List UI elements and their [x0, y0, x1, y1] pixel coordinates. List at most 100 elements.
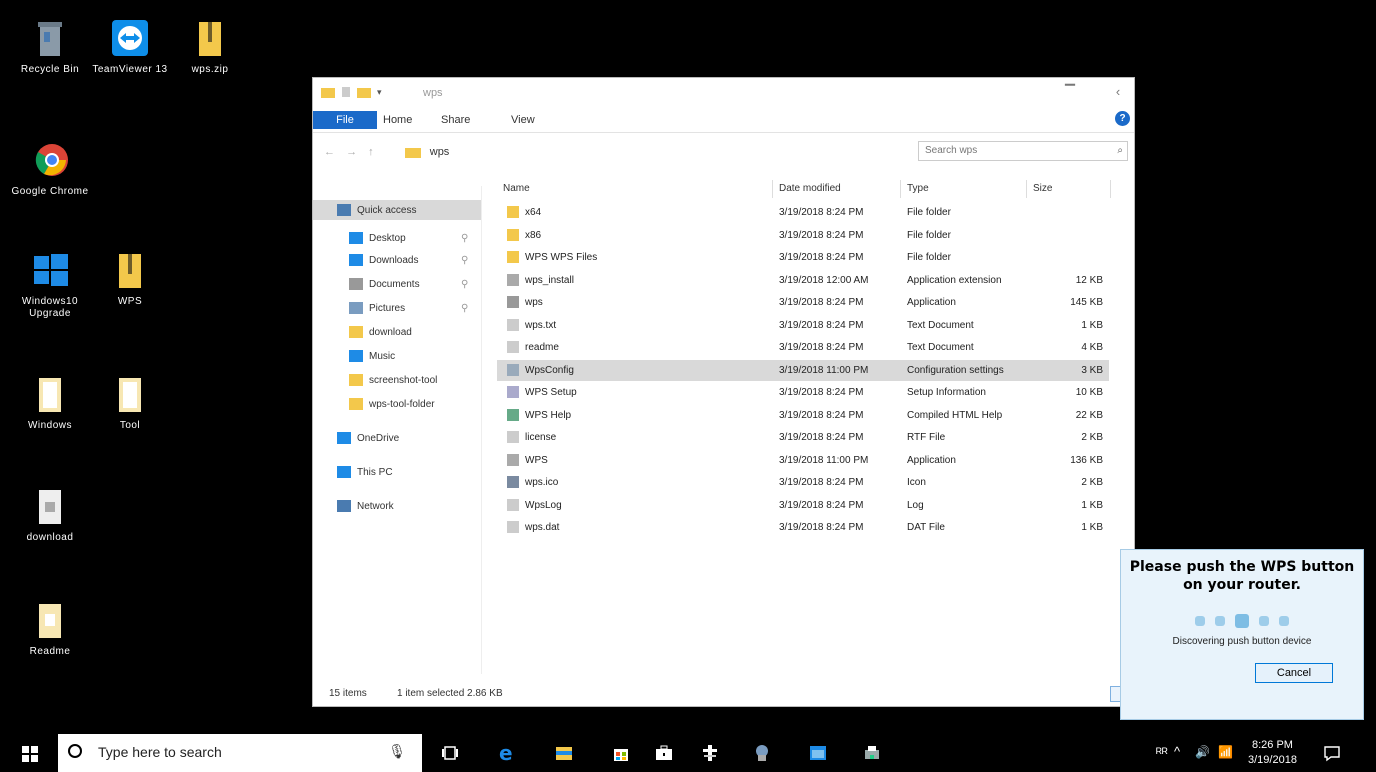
nav-item-label: download [369, 326, 412, 338]
column-header-size[interactable]: Size [1027, 180, 1111, 198]
file-doc-icon [507, 318, 519, 331]
nav-item-label: OneDrive [357, 432, 400, 444]
desktop-icon-folder-tool[interactable]: Tool [90, 372, 170, 432]
tab-share[interactable]: Share [435, 111, 476, 129]
nav-item[interactable]: screenshot-tool [313, 370, 481, 390]
nav-item-label: Documents [369, 278, 420, 290]
file-row[interactable]: WPS WPS Files 3/19/2018 8:24 PM File folde… [497, 247, 1109, 268]
desktop-icon-chrome[interactable]: Google Chrome [10, 138, 90, 198]
desktop-icon-zip-2[interactable]: WPS [90, 248, 170, 308]
file-row[interactable]: x86 3/19/2018 8:24 PM File folder [497, 225, 1109, 246]
search-input[interactable]: Search wps [925, 145, 977, 156]
cancel-button[interactable]: Cancel [1255, 663, 1333, 683]
new-folder-icon[interactable] [357, 86, 371, 98]
file-type: Text Document [907, 342, 974, 353]
nav-item-icon [349, 374, 363, 386]
help-icon[interactable]: ? [1115, 111, 1130, 126]
file-row[interactable]: x64 3/19/2018 8:24 PM File folder [497, 202, 1109, 223]
desktop-icon-folder-windows[interactable]: Windows [10, 372, 90, 432]
file-explorer-window[interactable]: ▾ wps ▔ ‹ File Home Share View ? ← → ↑ w… [312, 77, 1135, 707]
nav-item[interactable]: Quick access [313, 200, 481, 220]
column-header-name[interactable]: Name [497, 180, 773, 198]
people-icon[interactable]: ᴿᴿ [1156, 745, 1176, 765]
file-size: 1 KB [1081, 319, 1103, 331]
desktop-icon-teamviewer[interactable]: TeamViewer 13 [90, 16, 170, 76]
microphone-icon[interactable]: 🎙 [388, 743, 406, 760]
tab-file[interactable]: File [313, 111, 377, 129]
taskbar-search-box[interactable]: Type here to search 🎙 [58, 734, 422, 772]
file-name: wps_install [525, 274, 574, 286]
forward-arrow-icon[interactable]: → [346, 146, 357, 158]
briefcase-icon[interactable] [654, 743, 674, 763]
chrome-icon [30, 138, 70, 182]
store-icon[interactable] [611, 743, 631, 763]
desktop-icon-download[interactable]: download [10, 484, 90, 544]
nav-item-icon [349, 302, 363, 314]
taskbar-search-input[interactable]: Type here to search [98, 744, 222, 760]
desktop-icon-recycle-bin[interactable]: Recycle Bin [10, 16, 90, 76]
properties-icon[interactable] [341, 86, 351, 98]
action-center-icon[interactable] [1322, 743, 1342, 763]
wps-connect-popup: Please push the WPS button on your route… [1120, 549, 1364, 720]
file-row[interactable]: WPS 3/19/2018 11:00 PM Application 136 KB [497, 450, 1109, 471]
chevron-up-icon[interactable]: ^ [1174, 744, 1194, 764]
file-type: Application [907, 297, 956, 308]
file-date: 3/19/2018 8:24 PM [779, 499, 864, 511]
column-header-type[interactable]: Type [901, 180, 1027, 198]
tab-home[interactable]: Home [377, 111, 418, 129]
tab-view[interactable]: View [505, 111, 541, 129]
nav-item[interactable]: Music [313, 346, 481, 366]
printer-icon[interactable] [862, 743, 882, 763]
back-arrow-icon[interactable]: ← [324, 146, 335, 158]
file-size: 4 KB [1081, 342, 1103, 353]
file-row[interactable]: wps.dat 3/19/2018 8:24 PM DAT File 1 KB [497, 517, 1109, 538]
selection-info: 1 item selected 2.86 KB [397, 688, 503, 699]
nav-item[interactable]: OneDrive [313, 428, 481, 448]
address-path: wps [429, 146, 450, 158]
minimize-icon[interactable]: ▔ [1060, 82, 1080, 102]
nav-item-icon [337, 432, 351, 444]
start-button[interactable] [22, 746, 38, 765]
file-row[interactable]: WPS Setup 3/19/2018 8:24 PM Setup Informat… [497, 382, 1109, 403]
nav-item[interactable]: Documents ⚲ [313, 274, 481, 294]
app-window-icon[interactable] [808, 743, 828, 763]
nav-item[interactable]: This PC [313, 462, 481, 482]
nav-item[interactable]: Pictures ⚲ [313, 298, 481, 318]
up-arrow-icon[interactable]: ↑ [368, 146, 374, 158]
desktop-icon-windows-upgrade[interactable]: Windows10 Upgrade [10, 248, 90, 320]
address-bar[interactable]: ← → ↑ wps [323, 141, 905, 163]
zip-folder-icon [190, 16, 230, 60]
nav-item[interactable]: wps-tool-folder [313, 394, 481, 414]
column-header-date[interactable]: Date modified [773, 180, 901, 198]
settings-tool-icon[interactable] [752, 743, 772, 763]
pin-icon: ⚲ [461, 278, 469, 290]
search-box[interactable]: Search wps ⌕ [918, 141, 1128, 161]
desktop-icon-zip-1[interactable]: wps.zip [170, 16, 250, 76]
nav-item[interactable]: Downloads ⚲ [313, 250, 481, 270]
volume-icon[interactable]: 🔊 [1195, 745, 1215, 765]
task-view-icon[interactable] [440, 743, 460, 763]
file-row[interactable]: wps_install 3/19/2018 12:00 AM Application… [497, 270, 1109, 291]
file-row[interactable]: readme 3/19/2018 8:24 PM Text Document 4 KB [497, 337, 1109, 358]
chevron-down-icon[interactable]: ▾ [377, 87, 382, 98]
file-row[interactable]: wps.ico 3/19/2018 8:24 PM Icon 2 KB [497, 472, 1109, 493]
file-row[interactable]: wps.txt 3/19/2018 8:24 PM Text Document 1 K… [497, 315, 1109, 336]
system-clock[interactable]: 8:26 PM 3/19/2018 [1248, 738, 1297, 768]
network-tool-icon[interactable] [700, 743, 720, 763]
nav-item[interactable]: download [313, 322, 481, 342]
wifi-icon[interactable]: 📶 [1218, 745, 1238, 765]
file-row[interactable]: WpsConfig 3/19/2018 11:00 PM Configuration… [497, 359, 1109, 381]
file-row[interactable]: wps 3/19/2018 8:24 PM Application 145 KB [497, 292, 1109, 313]
title-bar[interactable]: ▾ wps ▔ ‹ [313, 78, 1134, 108]
nav-item[interactable]: Network [313, 496, 481, 516]
file-explorer-icon[interactable] [554, 743, 574, 763]
chevron-left-icon[interactable]: ‹ [1108, 82, 1128, 102]
file-row[interactable]: license 3/19/2018 8:24 PM RTF File 2 KB [497, 427, 1109, 448]
file-type: File folder [907, 229, 951, 241]
file-row[interactable]: WPS Help 3/19/2018 8:24 PM Compiled HTML H… [497, 405, 1109, 426]
edge-browser-icon[interactable]: e [497, 741, 517, 765]
desktop-icon-readme[interactable]: Readme [10, 598, 90, 658]
file-row[interactable]: WpsLog 3/19/2018 8:24 PM Log 1 KB [497, 495, 1109, 516]
folder-icon [30, 372, 70, 416]
nav-item[interactable]: Desktop ⚲ [313, 228, 481, 248]
